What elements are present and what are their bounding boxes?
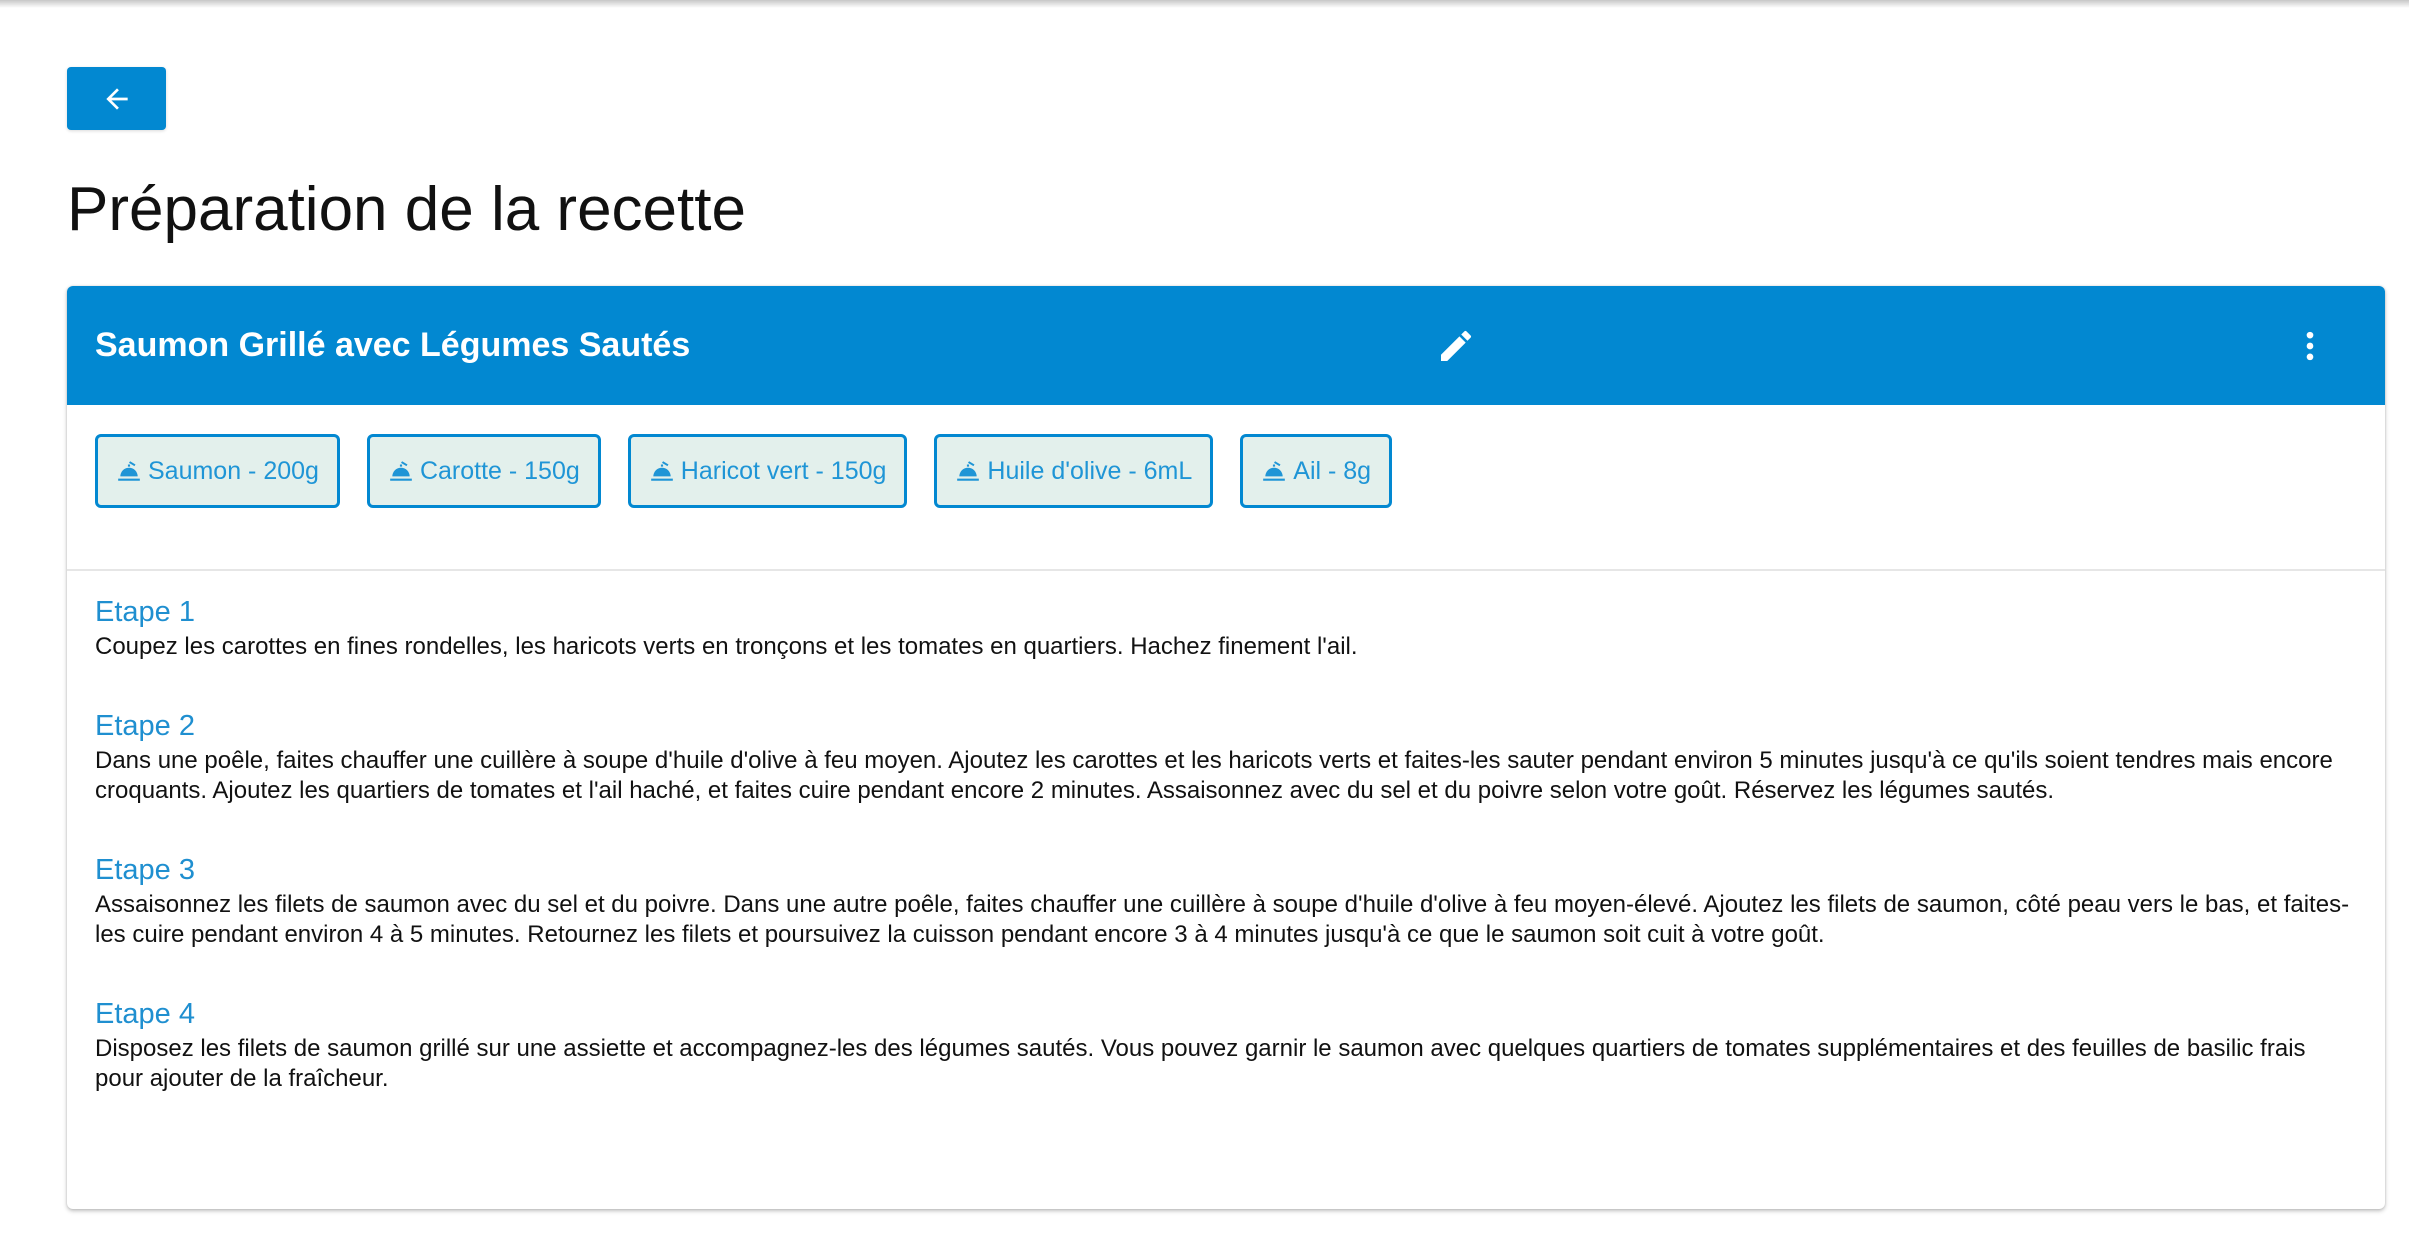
step-item: Etape 2 Dans une poêle, faites chauffer … [95,706,2357,806]
ingredient-chip[interactable]: Saumon - 200g [95,434,340,508]
ingredient-chips: Saumon - 200g Carotte - 150g Haricot ver… [95,434,1393,508]
food-bowl-icon [388,458,414,484]
more-vertical-icon [2290,326,2330,366]
step-text: Dans une poêle, faites chauffer une cuil… [95,747,2333,804]
edit-button[interactable] [1432,322,1480,370]
pencil-icon [1436,326,1476,366]
ingredient-label: Carotte - 150g [419,456,580,485]
food-bowl-icon [116,458,142,484]
step-item: Etape 4 Disposez les filets de saumon gr… [95,994,2357,1094]
ingredient-label: Huile d'olive - 6mL [987,456,1193,485]
step-title: Etape 1 [95,596,195,628]
recipe-title: Saumon Grillé avec Légumes Sautés [95,326,691,364]
step-text: Assaisonnez les filets de saumon avec du… [95,891,2350,948]
food-bowl-icon [1261,458,1287,484]
food-bowl-icon [955,458,981,484]
top-shadow [0,0,2409,8]
ingredient-label: Saumon - 200g [148,456,319,485]
ingredient-chip[interactable]: Ail - 8g [1240,434,1393,508]
ingredient-chip[interactable]: Haricot vert - 150g [627,434,908,508]
step-title: Etape 2 [95,710,195,742]
food-bowl-icon [649,458,675,484]
step-item: Etape 1 Coupez les carottes en fines ron… [95,592,2357,662]
ingredient-label: Haricot vert - 150g [680,456,887,485]
back-button[interactable] [67,67,166,130]
ingredient-label: Ail - 8g [1293,456,1372,485]
step-item: Etape 3 Assaisonnez les filets de saumon… [95,850,2357,950]
recipe-card: Saumon Grillé avec Légumes Sautés Saumon… [67,286,2385,1209]
step-text: Coupez les carottes en fines rondelles, … [95,633,1358,660]
step-title: Etape 3 [95,854,195,886]
steps-list: Etape 1 Coupez les carottes en fines ron… [95,592,2357,1138]
recipe-header: Saumon Grillé avec Légumes Sautés [67,286,2385,405]
arrow-left-icon [101,83,133,115]
ingredient-chip[interactable]: Huile d'olive - 6mL [934,434,1214,508]
page-title: Préparation de la recette [67,175,746,244]
step-text: Disposez les filets de saumon grillé sur… [95,1035,2306,1092]
more-options-button[interactable] [2286,322,2334,370]
ingredient-chip[interactable]: Carotte - 150g [366,434,601,508]
step-title: Etape 4 [95,998,195,1030]
divider [67,569,2385,571]
